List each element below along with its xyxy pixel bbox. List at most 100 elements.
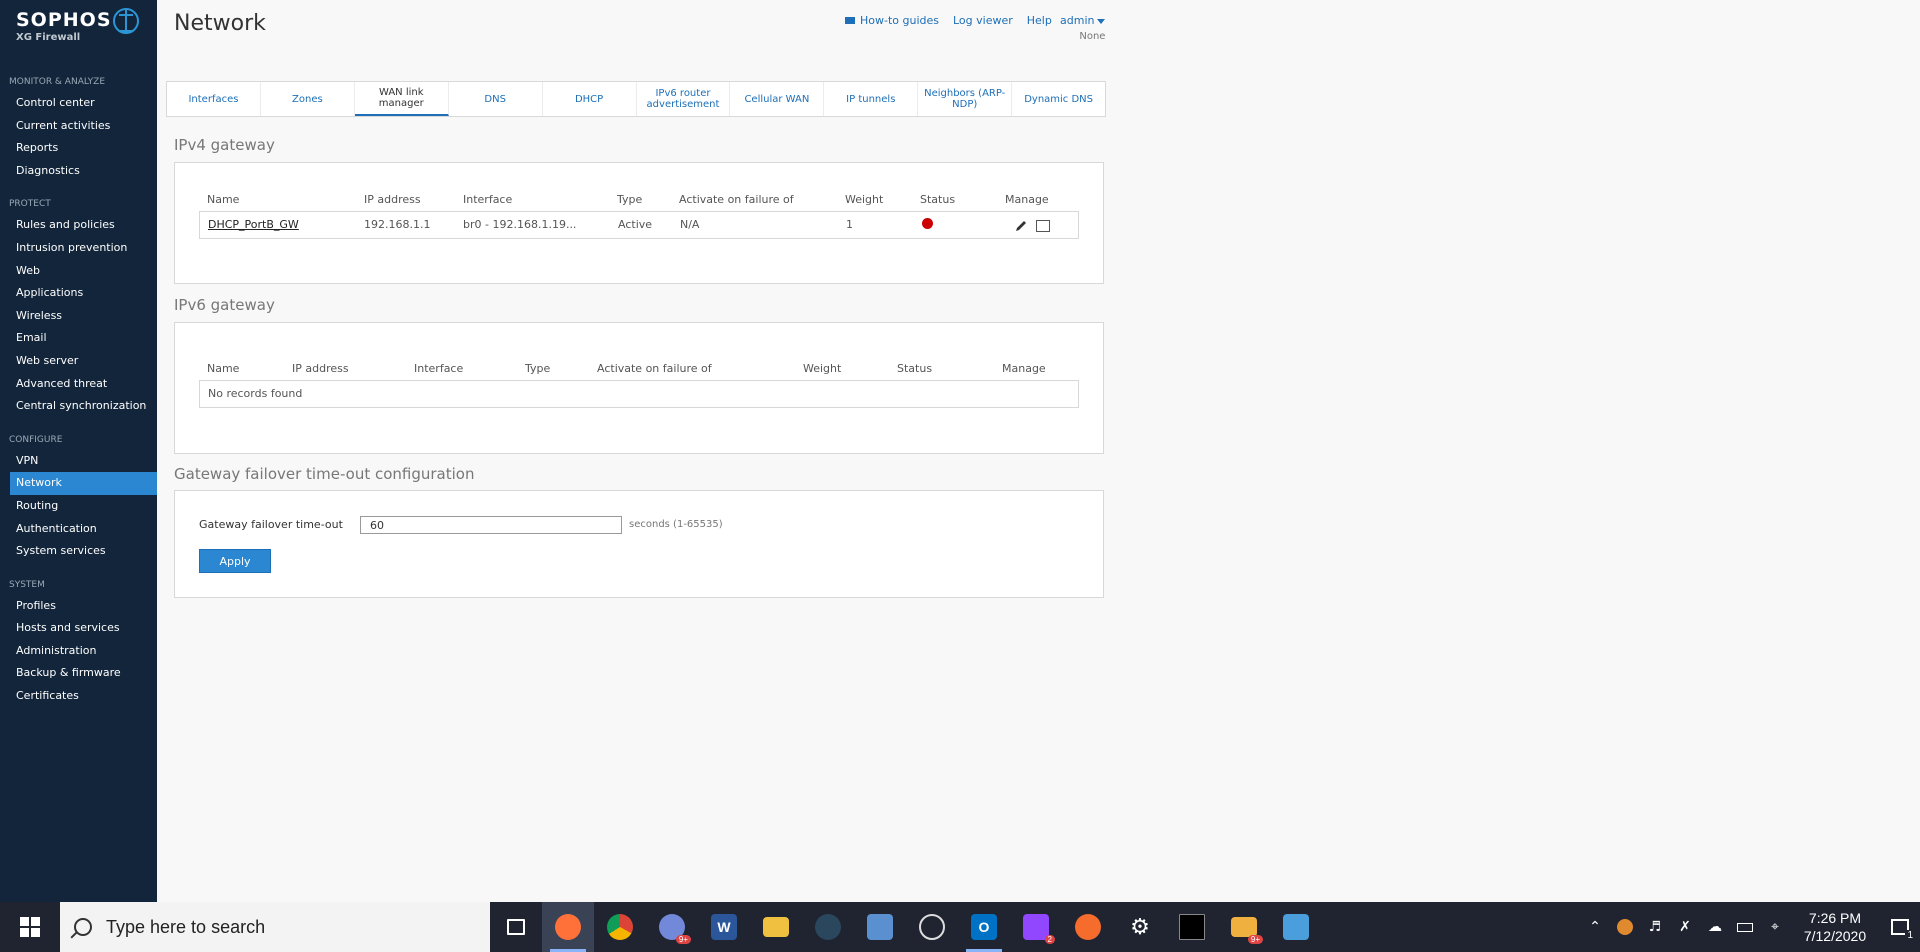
page-title: Network <box>174 11 266 36</box>
app-tray-icon[interactable] <box>1610 902 1640 952</box>
tab-ipv6-router-advertisement[interactable]: IPv6 router advertisement <box>637 82 731 116</box>
settings-taskbar-app[interactable]: ⚙ <box>1114 902 1166 952</box>
empty-row: No records found <box>199 380 1079 408</box>
admin-dropdown[interactable]: admin <box>1060 14 1106 27</box>
col-interface: Interface <box>463 193 513 206</box>
network-app-taskbar[interactable] <box>854 902 906 952</box>
battery-icon[interactable] <box>1730 902 1760 952</box>
sidebar-item-wireless[interactable]: Wireless <box>0 305 157 328</box>
tab-wan-link-manager[interactable]: WAN link manager <box>354 82 449 116</box>
nav-section-heading: SYSTEM <box>9 579 45 590</box>
sidebar-item-email[interactable]: Email <box>0 327 157 350</box>
steam-taskbar-app[interactable] <box>802 902 854 952</box>
taskbar-search[interactable]: Type here to search <box>60 902 490 952</box>
chat-taskbar-app[interactable]: 9+ <box>646 902 698 952</box>
sidebar-item-vpn[interactable]: VPN <box>0 450 157 473</box>
tab-neighbors-arp-ndp[interactable]: Neighbors (ARP-NDP) <box>918 82 1013 116</box>
col-ip-address: IP address <box>292 362 349 375</box>
tab-dns[interactable]: DNS <box>449 82 543 116</box>
folder2-taskbar-app[interactable]: 9+ <box>1218 902 1270 952</box>
sophos-logo[interactable]: SOPHOS XG Firewall <box>0 0 157 60</box>
sidebar-item-hosts-and-services[interactable]: Hosts and services <box>0 617 157 640</box>
word-icon: W <box>711 914 737 940</box>
obs-icon <box>919 914 945 940</box>
sidebar-item-backup-firmware[interactable]: Backup & firmware <box>0 662 157 685</box>
chrome-taskbar-app[interactable] <box>594 902 646 952</box>
col-name: Name <box>207 362 240 375</box>
sidebar-item-diagnostics[interactable]: Diagnostics <box>0 160 157 183</box>
terminal-taskbar-app[interactable] <box>1166 902 1218 952</box>
twitch-taskbar-app[interactable]: 2 <box>1010 902 1062 952</box>
help-link[interactable]: Help <box>1027 14 1052 27</box>
sidebar-item-web-server[interactable]: Web server <box>0 350 157 373</box>
firefox-icon <box>555 914 581 940</box>
file-explorer-taskbar-app[interactable] <box>750 902 802 952</box>
outlook-taskbar-app[interactable]: O <box>958 902 1010 952</box>
how-to-guides-link[interactable]: How-to guides <box>845 14 939 27</box>
failover-timeout-input[interactable] <box>360 516 622 534</box>
tab-ip-tunnels[interactable]: IP tunnels <box>824 82 919 116</box>
sidebar-item-reports[interactable]: Reports <box>0 137 157 160</box>
sidebar-item-profiles[interactable]: Profiles <box>0 595 157 618</box>
sidebar-item-advanced-threat[interactable]: Advanced threat <box>0 373 157 396</box>
failover-config-panel <box>174 490 1104 598</box>
network-tabs: Interfaces Zones WAN link manager DNS DHCP IP… <box>166 81 1106 117</box>
sophos-globe-icon <box>113 8 139 34</box>
task-view-icon <box>507 919 525 935</box>
tab-interfaces[interactable]: Interfaces <box>167 82 261 116</box>
windows-taskbar: Type here to search 9+ W O 2 ⚙ 9+ ⌃ ♬ ✗ … <box>0 902 1920 952</box>
admin-subtitle: None <box>1079 31 1106 42</box>
sidebar-item-web[interactable]: Web <box>0 260 157 283</box>
col-name: Name <box>207 193 240 206</box>
log-viewer-link[interactable]: Log viewer <box>953 14 1013 27</box>
sidebar-item-intrusion-prevention[interactable]: Intrusion prevention <box>0 237 157 260</box>
col-manage: Manage <box>1005 193 1049 206</box>
obs-taskbar-app[interactable] <box>906 902 958 952</box>
task-view-button[interactable] <box>490 902 542 952</box>
mic-muted-icon[interactable]: ✗ <box>1670 902 1700 952</box>
steam-icon <box>815 914 841 940</box>
tab-zones[interactable]: Zones <box>261 82 355 116</box>
sidebar-item-central-synchronization[interactable]: Central synchronization <box>0 395 157 418</box>
sidebar-item-control-center[interactable]: Control center <box>0 92 157 115</box>
ipv4-grid-header: Name IP address Interface Type Activate … <box>199 193 1079 211</box>
col-ip-address: IP address <box>364 193 421 206</box>
sidebar-item-authentication[interactable]: Authentication <box>0 518 157 541</box>
sidebar-item-current-activities[interactable]: Current activities <box>0 115 157 138</box>
tab-cellular-wan[interactable]: Cellular WAN <box>730 82 825 116</box>
wifi-icon[interactable]: ⌖ <box>1760 902 1790 952</box>
sidebar-item-rules-and-policies[interactable]: Rules and policies <box>0 214 157 237</box>
show-hidden-icons-chevron-up-icon[interactable]: ⌃ <box>1580 902 1610 952</box>
firefox-taskbar-app[interactable] <box>542 902 594 952</box>
sidebar-item-certificates[interactable]: Certificates <box>0 685 157 708</box>
sidebar-item-applications[interactable]: Applications <box>0 282 157 305</box>
volume-icon[interactable]: ♬ <box>1640 902 1670 952</box>
ipv4-gateway-panel: Name IP address Interface Type Activate … <box>174 162 1104 284</box>
ipv4-gateway-title: IPv4 gateway <box>174 136 275 154</box>
video-icon <box>845 17 855 24</box>
tab-dhcp[interactable]: DHCP <box>543 82 637 116</box>
word-taskbar-app[interactable]: W <box>698 902 750 952</box>
sidebar-item-routing[interactable]: Routing <box>0 495 157 518</box>
edit-pencil-icon[interactable] <box>1014 219 1028 236</box>
sidebar-item-administration[interactable]: Administration <box>0 640 157 663</box>
col-status: Status <box>897 362 933 375</box>
sidebar-nav: MONITOR & ANALYZE Control center Current a… <box>0 73 157 708</box>
gateway-name-link[interactable]: DHCP_PortB_GW <box>208 218 299 231</box>
taskbar-clock[interactable]: 7:26 PM 7/12/2020 <box>1790 909 1880 945</box>
cloud-upload-icon[interactable]: ☁ <box>1700 902 1730 952</box>
ipv6-grid: Name IP address Interface Type Activate … <box>199 362 1079 408</box>
graph-icon[interactable] <box>1036 220 1050 232</box>
tab-dynamic-dns[interactable]: Dynamic DNS <box>1012 82 1105 116</box>
sidebar-item-network[interactable]: Network <box>10 472 157 495</box>
terminal-icon <box>1179 914 1205 940</box>
apply-button[interactable]: Apply <box>199 549 271 573</box>
start-button[interactable] <box>0 902 60 952</box>
header-links: How-to guides Log viewer Help <box>845 14 1052 27</box>
action-center-button[interactable]: 1 <box>1880 902 1920 952</box>
failover-timeout-hint: seconds (1-65535) <box>629 519 723 530</box>
control-panel-taskbar-app[interactable] <box>1270 902 1322 952</box>
gateway-ip: 192.168.1.1 <box>364 218 431 231</box>
origin-taskbar-app[interactable] <box>1062 902 1114 952</box>
sidebar-item-system-services[interactable]: System services <box>0 540 157 563</box>
